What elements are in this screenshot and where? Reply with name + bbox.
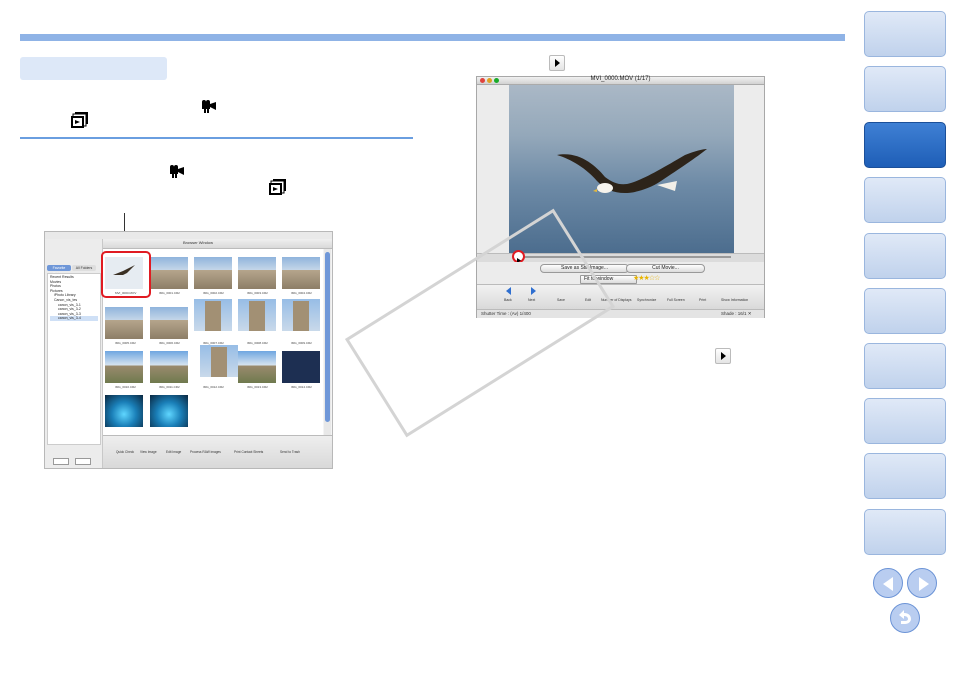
status-shade: Shade : 16/1 ✕ — [721, 311, 752, 316]
browser-toolbar: Browser Window — [103, 239, 332, 249]
thumbnail-caption: IMG_0003.CR2 — [247, 291, 268, 295]
thumbnail[interactable] — [238, 299, 276, 331]
thumbnail[interactable] — [150, 351, 188, 383]
previous-page-button[interactable] — [873, 568, 903, 598]
thumbnail-caption: IMG_0002.CR2 — [203, 291, 224, 295]
thumbnail[interactable] — [150, 307, 188, 339]
thumbnail[interactable] — [282, 299, 320, 331]
movie-stack-icon — [71, 112, 89, 133]
thumbnail[interactable] — [238, 257, 276, 289]
thumbnail-caption: IMG_0012.CR2 — [203, 385, 224, 389]
sidebar-nav-3-active[interactable] — [864, 122, 946, 168]
next-page-button[interactable] — [907, 568, 937, 598]
quick-check-button[interactable]: Quick Check — [116, 450, 134, 454]
thumbnail[interactable] — [194, 299, 232, 331]
add-button[interactable] — [53, 458, 69, 465]
thumbnail-caption: IMG_0007.CR2 — [203, 341, 224, 345]
thumbnail[interactable] — [150, 395, 188, 427]
thumbnail[interactable] — [200, 345, 238, 377]
thumbnail[interactable] — [105, 351, 143, 383]
sidebar-nav-9[interactable] — [864, 453, 946, 499]
browser-window-screenshot: Favorite Folders All Folders Recent Resu… — [44, 231, 333, 469]
play-icon — [549, 55, 565, 71]
sidebar-nav-1[interactable] — [864, 11, 946, 57]
tab-all-folders[interactable]: All Folders — [72, 265, 96, 271]
tree-item[interactable]: canon_vis_3-4 — [50, 316, 98, 321]
view-image-button[interactable]: View Image — [140, 450, 157, 454]
thumbnail[interactable] — [238, 351, 276, 383]
section-divider — [20, 137, 413, 139]
tab-favorite-folders[interactable]: Favorite Folders — [47, 265, 71, 276]
scrollbar-thumb[interactable] — [325, 252, 330, 422]
folder-panel: Favorite Folders All Folders Recent Resu… — [45, 239, 103, 468]
synchronize-button[interactable]: Synchronize — [637, 298, 656, 302]
sidebar-nav-10[interactable] — [864, 509, 946, 555]
thumbnail-caption: IMG_0006.CR2 — [159, 341, 180, 345]
movie-camera-icon — [201, 100, 217, 119]
edit-image-button[interactable]: Edit Image — [166, 450, 181, 454]
print-button[interactable]: Print Contact Sheets — [234, 450, 263, 454]
thumbnail-caption: IMG_0014.CR2 — [291, 385, 312, 389]
play-icon — [715, 348, 731, 364]
thumbnail[interactable] — [282, 351, 320, 383]
thumbnail-caption: IMG_0001.CR2 — [159, 291, 180, 295]
movie-camera-icon — [169, 165, 185, 184]
thumbnail-caption: IMG_0005.CR2 — [115, 341, 136, 345]
arrow-right-icon — [919, 577, 929, 591]
movie-stack-icon — [269, 179, 287, 200]
thumbnail-caption: IMG_0013.CR2 — [247, 385, 268, 389]
player-titlebar: MVI_0000.MOV (1/17) — [477, 76, 764, 85]
return-icon — [899, 610, 911, 624]
section-heading-tab — [20, 57, 167, 80]
show-information-button[interactable]: Show Information — [721, 298, 748, 302]
highlight-box — [101, 251, 151, 298]
rating-stars[interactable]: ★★★☆☆ — [633, 274, 660, 282]
thumbnail-caption: IMG_0010.CR2 — [115, 385, 136, 389]
cut-movie-button[interactable]: Cut Movie... — [626, 264, 705, 273]
sidebar-nav-2[interactable] — [864, 66, 946, 112]
trash-button[interactable]: Send to Trash — [280, 450, 300, 454]
header-accent-bar — [20, 34, 845, 41]
sidebar-nav-6[interactable] — [864, 288, 946, 334]
folder-tree: Recent Results Movies Photos Pictures iP… — [47, 273, 101, 445]
full-screen-button[interactable]: Full Screen — [667, 298, 685, 302]
sidebar-nav-8[interactable] — [864, 398, 946, 444]
window-title: Browser Window — [183, 240, 214, 245]
thumbnail-caption: IMG_0011.CR2 — [159, 385, 180, 389]
arrow-left-icon — [883, 577, 893, 591]
thumbnail[interactable] — [105, 307, 143, 339]
thumbnail[interactable] — [194, 257, 232, 289]
thumbnail-caption: IMG_0008.CR2 — [247, 341, 268, 345]
return-button[interactable] — [890, 603, 920, 633]
sidebar-nav-4[interactable] — [864, 177, 946, 223]
process-raw-button[interactable]: Process RAW images — [190, 450, 221, 454]
sidebar-nav-7[interactable] — [864, 343, 946, 389]
sidebar-nav-5[interactable] — [864, 233, 946, 279]
thumbnail[interactable] — [105, 395, 143, 427]
print-tool-button[interactable]: Print — [699, 298, 706, 302]
thumbnail[interactable] — [150, 257, 188, 289]
browser-bottom-toolbar: Quick Check View Image Edit Image Proces… — [103, 435, 332, 468]
player-title: MVI_0000.MOV (1/17) — [590, 76, 651, 82]
thumbnail[interactable] — [282, 257, 320, 289]
thumbnail-caption: IMG_0004.CR2 — [291, 291, 312, 295]
remove-button[interactable] — [75, 458, 91, 465]
thumbnail-caption: IMG_0009.CR2 — [291, 341, 312, 345]
